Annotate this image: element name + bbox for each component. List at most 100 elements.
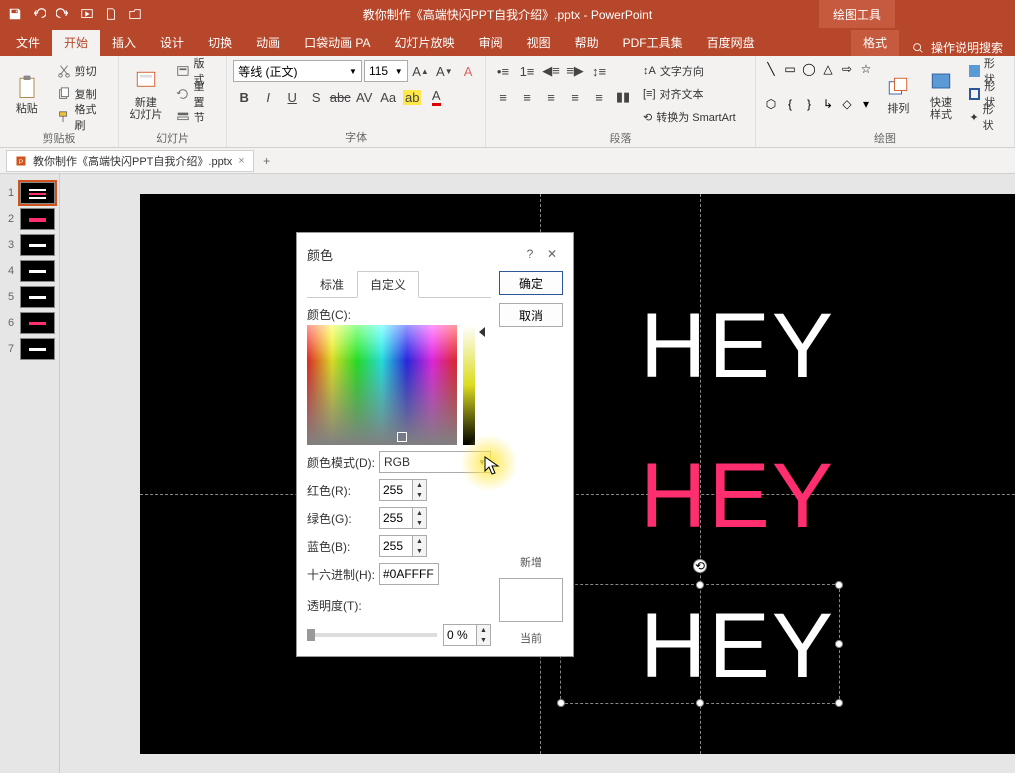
transparency-slider[interactable]: [307, 633, 437, 637]
green-spinner[interactable]: ▲▼: [379, 507, 427, 529]
format-painter-button[interactable]: 格式刷: [52, 106, 112, 128]
color-mode-dropdown[interactable]: RGB▼: [379, 451, 491, 473]
align-right-button[interactable]: ≡: [540, 86, 562, 108]
tab-design[interactable]: 设计: [148, 30, 196, 56]
tab-custom[interactable]: 自定义: [357, 271, 419, 298]
change-case-button[interactable]: Aa: [377, 86, 399, 108]
font-size-combo[interactable]: 115▼: [364, 60, 408, 82]
text-hey-2[interactable]: HEY: [640, 444, 835, 549]
redo-icon[interactable]: [52, 3, 74, 25]
align-text-button[interactable]: [≡]对齐文本: [638, 83, 741, 105]
tab-transitions[interactable]: 切换: [196, 30, 244, 56]
spin-up-icon[interactable]: ▲: [413, 508, 426, 518]
close-icon[interactable]: ✕: [541, 243, 563, 265]
blue-input[interactable]: [380, 536, 412, 556]
tab-standard[interactable]: 标准: [307, 271, 357, 298]
align-center-button[interactable]: ≡: [516, 86, 538, 108]
luminance-thumb[interactable]: [479, 327, 485, 337]
red-spinner[interactable]: ▲▼: [379, 479, 427, 501]
thumbnail-5[interactable]: [20, 286, 55, 308]
tab-slideshow[interactable]: 幻灯片放映: [383, 30, 467, 56]
spin-up-icon[interactable]: ▲: [413, 536, 426, 546]
luminance-slider[interactable]: [463, 325, 475, 445]
shape-star-icon[interactable]: ☆: [857, 60, 875, 78]
shape-hex-icon[interactable]: ⬡: [762, 95, 780, 113]
font-color-button[interactable]: A: [425, 86, 447, 108]
clear-format-icon[interactable]: A: [457, 60, 479, 82]
new-slide-button[interactable]: 新建 幻灯片: [125, 60, 167, 128]
red-input[interactable]: [380, 480, 412, 500]
blue-spinner[interactable]: ▲▼: [379, 535, 427, 557]
indent-dec-button[interactable]: ◀≡: [540, 60, 562, 82]
green-input[interactable]: [380, 508, 412, 528]
close-doc-icon[interactable]: ×: [238, 155, 244, 167]
arrange-button[interactable]: 排列: [879, 60, 918, 128]
spin-down-icon[interactable]: ▼: [413, 546, 426, 556]
tab-review[interactable]: 审阅: [467, 30, 515, 56]
shape-connector-icon[interactable]: ↳: [819, 95, 837, 113]
tab-animations[interactable]: 动画: [244, 30, 292, 56]
transparency-spinner[interactable]: ▲▼: [443, 624, 491, 646]
tab-pdf[interactable]: PDF工具集: [611, 30, 695, 56]
text-direction-button[interactable]: ↕A文字方向: [638, 60, 741, 82]
increase-font-icon[interactable]: A▲: [410, 60, 432, 82]
transparency-input[interactable]: [444, 625, 476, 645]
shape-effects-button[interactable]: ✦形状: [964, 106, 1008, 128]
thumbnail-4[interactable]: [20, 260, 55, 282]
shape-rect-icon[interactable]: ▭: [781, 60, 799, 78]
tab-help[interactable]: 帮助: [563, 30, 611, 56]
thumbnail-7[interactable]: [20, 338, 55, 360]
section-button[interactable]: 节: [171, 106, 221, 128]
transparency-thumb[interactable]: [307, 629, 315, 641]
help-icon[interactable]: ?: [519, 243, 541, 265]
resize-handle[interactable]: [835, 699, 843, 707]
tell-me-search[interactable]: 操作说明搜索: [899, 39, 1015, 56]
shape-more-icon[interactable]: ▾: [857, 95, 875, 113]
reset-button[interactable]: 重置: [171, 83, 221, 105]
save-icon[interactable]: [4, 3, 26, 25]
ok-button[interactable]: 确定: [499, 271, 563, 295]
paste-button[interactable]: 粘贴: [6, 60, 48, 128]
tab-view[interactable]: 视图: [515, 30, 563, 56]
font-name-combo[interactable]: 等线 (正文)▼: [233, 60, 362, 82]
shape-rcurly-icon[interactable]: }: [800, 95, 818, 113]
text-hey-3[interactable]: HEY: [640, 594, 835, 699]
tab-format[interactable]: 格式: [851, 30, 899, 56]
shape-line-icon[interactable]: ╲: [762, 60, 780, 78]
new-file-icon[interactable]: [100, 3, 122, 25]
spin-up-icon[interactable]: ▲: [477, 625, 490, 635]
spin-down-icon[interactable]: ▼: [413, 518, 426, 528]
highlight-button[interactable]: ab: [401, 86, 423, 108]
shape-triangle-icon[interactable]: △: [819, 60, 837, 78]
resize-handle[interactable]: [557, 699, 565, 707]
tab-file[interactable]: 文件: [4, 30, 52, 56]
color-spectrum[interactable]: [307, 325, 457, 445]
start-from-begin-icon[interactable]: [76, 3, 98, 25]
line-spacing-button[interactable]: ↕≡: [588, 60, 610, 82]
cancel-button[interactable]: 取消: [499, 303, 563, 327]
tab-baidu[interactable]: 百度网盘: [695, 30, 767, 56]
resize-handle[interactable]: [835, 640, 843, 648]
spin-up-icon[interactable]: ▲: [413, 480, 426, 490]
text-hey-1[interactable]: HEY: [640, 294, 835, 399]
undo-icon[interactable]: [28, 3, 50, 25]
distributed-button[interactable]: ≡: [588, 86, 610, 108]
spin-down-icon[interactable]: ▼: [477, 635, 490, 645]
spin-down-icon[interactable]: ▼: [413, 490, 426, 500]
resize-handle[interactable]: [835, 581, 843, 589]
strike-button[interactable]: abc: [329, 86, 351, 108]
hex-input[interactable]: [379, 563, 439, 585]
cut-button[interactable]: 剪切: [52, 60, 112, 82]
quick-styles-button[interactable]: 快速样式: [922, 60, 961, 128]
thumbnail-2[interactable]: [20, 208, 55, 230]
spectrum-crosshair[interactable]: [397, 432, 407, 442]
numbering-button[interactable]: 1≡: [516, 60, 538, 82]
bold-button[interactable]: B: [233, 86, 255, 108]
indent-inc-button[interactable]: ≡▶: [564, 60, 586, 82]
document-tab[interactable]: P 教你制作《高端快闪PPT自我介绍》.pptx ×: [6, 150, 254, 172]
shape-oval-icon[interactable]: ◯: [800, 60, 818, 78]
shapes-gallery[interactable]: ╲ ▭ ◯ △ ⇨ ☆ ⬡ { } ↳ ◇ ▾: [762, 60, 875, 128]
justify-button[interactable]: ≡: [564, 86, 586, 108]
open-icon[interactable]: [124, 3, 146, 25]
shape-lcurly-icon[interactable]: {: [781, 95, 799, 113]
